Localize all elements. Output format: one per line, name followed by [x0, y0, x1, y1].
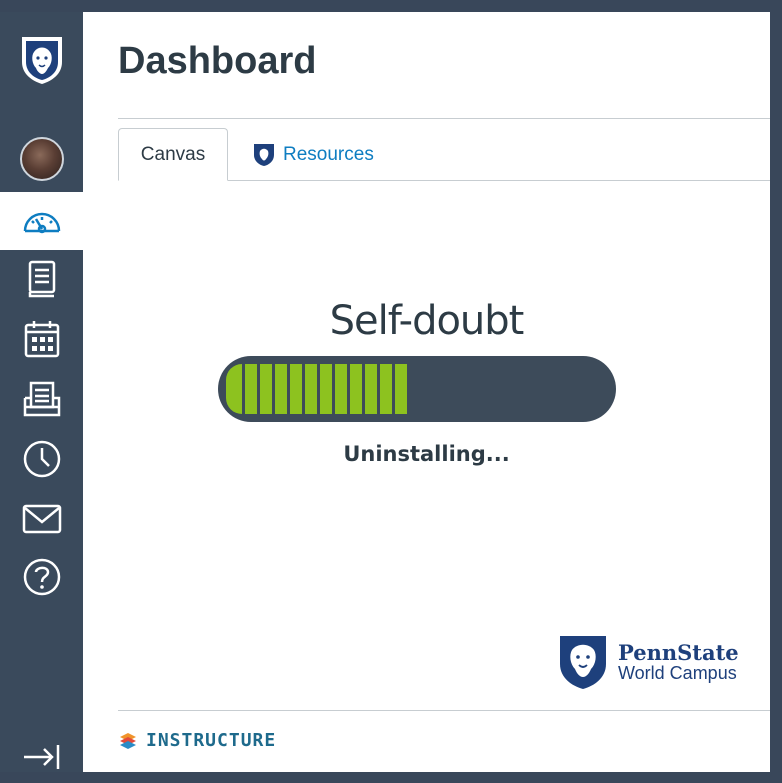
- penn-state-shield-logo[interactable]: [0, 32, 83, 88]
- mail-icon: [22, 504, 61, 534]
- progress-status: Uninstalling...: [343, 442, 510, 466]
- collapse-navigation-button[interactable]: [0, 728, 83, 783]
- progress-segment: [290, 364, 302, 414]
- progress-segment: [365, 364, 377, 414]
- avatar: [19, 137, 64, 181]
- account-avatar[interactable]: [0, 130, 83, 188]
- main-content: Dashboard Canvas Resources Self-doubt Un…: [83, 12, 770, 772]
- instructure-icon: [120, 732, 136, 749]
- instructure-wordmark: INSTRUCTURE: [146, 730, 277, 751]
- nav-help[interactable]: [0, 548, 83, 606]
- inbox-icon: [23, 381, 60, 417]
- progress-bar: [218, 356, 616, 422]
- courses-icon: [28, 260, 55, 298]
- progress-segment: [395, 364, 407, 414]
- tab-canvas[interactable]: Canvas: [118, 128, 228, 181]
- footer-divider: [118, 710, 770, 711]
- progress-segment: [320, 364, 332, 414]
- progress-segment: [335, 364, 347, 414]
- history-icon: [23, 440, 60, 478]
- instructure-footer-logo[interactable]: INSTRUCTURE: [118, 730, 276, 751]
- dashboard-icon: [23, 212, 60, 234]
- nav-dashboard[interactable]: [0, 192, 83, 250]
- progress-segment: [226, 364, 242, 414]
- penn-state-subtitle: World Campus: [618, 662, 737, 683]
- tab-resources-label: Resources: [283, 143, 374, 165]
- penn-state-world-campus-logo: PennState World Campus: [558, 634, 739, 690]
- progress-title: Self-doubt: [329, 298, 525, 344]
- calendar-icon: [24, 321, 59, 358]
- nav-history[interactable]: [0, 430, 83, 488]
- page-title: Dashboard: [118, 40, 317, 82]
- help-icon: [23, 558, 60, 596]
- penn-state-shield-icon: [254, 143, 274, 166]
- progress-segment: [380, 364, 392, 414]
- global-navigation: [0, 12, 83, 772]
- tab-canvas-label: Canvas: [140, 143, 206, 165]
- progress-fill: [226, 364, 407, 414]
- title-divider: [118, 118, 770, 119]
- progress-segment: [275, 364, 287, 414]
- tab-resources[interactable]: Resources: [253, 128, 433, 181]
- progress-segment: [305, 364, 317, 414]
- penn-state-name: PennState: [618, 639, 739, 665]
- nav-mail[interactable]: [0, 490, 83, 548]
- progress-segment: [245, 364, 257, 414]
- nav-courses[interactable]: [0, 250, 83, 308]
- nav-calendar[interactable]: [0, 310, 83, 368]
- nav-inbox[interactable]: [0, 370, 83, 428]
- progress-segment: [260, 364, 272, 414]
- penn-state-lion-icon: [560, 636, 606, 689]
- progress-segment: [350, 364, 362, 414]
- collapse-icon: [23, 745, 59, 769]
